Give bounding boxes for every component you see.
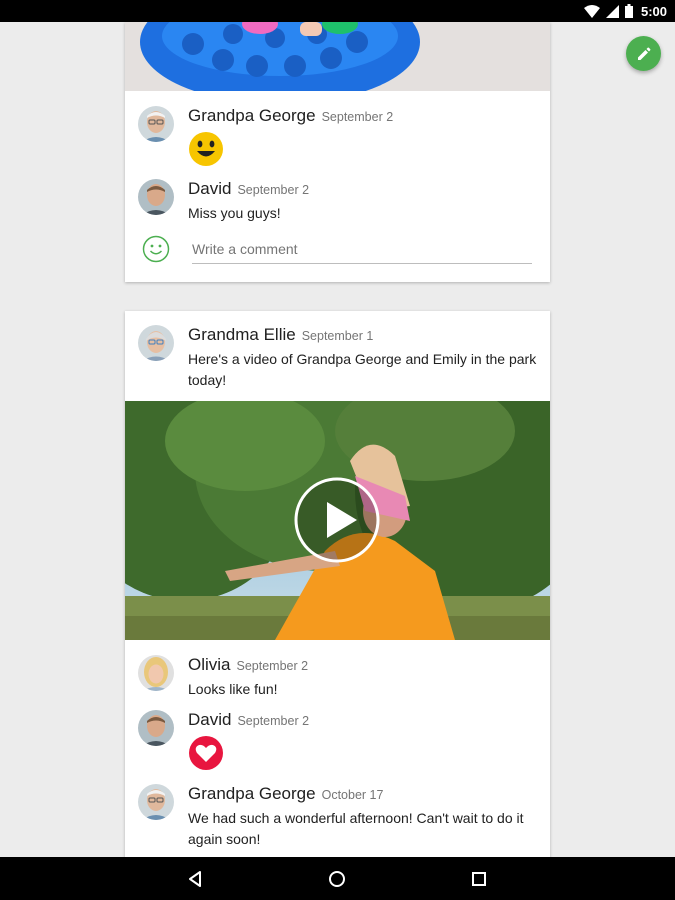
post-photo[interactable] — [125, 22, 550, 91]
comment: Grandpa George October 17 We had such a w… — [125, 784, 550, 850]
comment-text: Looks like fun! — [188, 681, 278, 697]
smiley-emoji-icon — [188, 131, 224, 172]
comment-header: Grandpa George September 2 — [188, 106, 393, 126]
comment-text: Miss you guys! — [188, 205, 281, 221]
heart-emoji-icon — [188, 735, 224, 776]
comment-header: Olivia September 2 — [188, 655, 308, 675]
comment: Grandpa George September 2 — [125, 106, 550, 166]
comment-text: We had such a wonderful afternoon! Can't… — [188, 810, 524, 847]
post-card: Grandpa George September 2 David Septemb… — [125, 22, 550, 282]
comment-date: September 2 — [321, 110, 394, 124]
comment-date: September 2 — [237, 183, 310, 197]
status-bar: 5:00 — [0, 0, 675, 22]
battery-icon — [624, 4, 633, 18]
home-circle-icon[interactable] — [325, 867, 349, 891]
recents-square-icon[interactable] — [467, 867, 491, 891]
avatar[interactable] — [138, 784, 174, 820]
comment-header: Grandpa George October 17 — [188, 784, 383, 804]
navigation-bar — [0, 857, 675, 900]
post-header: Grandma Ellie September 1 Here's a video … — [125, 325, 550, 391]
comment-input[interactable] — [192, 235, 532, 264]
post-card: Grandma Ellie September 1 Here's a video … — [125, 311, 550, 857]
video-player[interactable] — [125, 401, 550, 640]
comment: David September 2 Miss you guys! — [125, 179, 550, 224]
pencil-icon — [636, 46, 652, 62]
avatar[interactable] — [138, 106, 174, 142]
back-triangle-icon[interactable] — [183, 867, 207, 891]
avatar[interactable] — [138, 710, 174, 746]
feed[interactable]: Grandpa George September 2 David Septemb… — [0, 22, 675, 857]
comment-header: David September 2 — [188, 710, 309, 730]
author-name[interactable]: Grandpa George — [188, 784, 316, 803]
avatar[interactable] — [138, 325, 174, 361]
wifi-icon — [583, 4, 600, 18]
post-text: Here's a video of Grandpa George and Emi… — [188, 351, 537, 388]
play-button-icon[interactable] — [294, 477, 380, 563]
comment-date: September 2 — [236, 659, 309, 673]
author-name[interactable]: David — [188, 179, 231, 198]
comment-header: David September 2 — [188, 179, 309, 199]
avatar[interactable] — [138, 179, 174, 215]
author-name[interactable]: Grandpa George — [188, 106, 316, 125]
comment: David September 2 — [125, 710, 550, 772]
smile-outline-icon[interactable] — [142, 235, 170, 263]
cell-signal-icon — [605, 4, 619, 18]
post-author-line: Grandma Ellie September 1 — [188, 325, 373, 345]
comment: Olivia September 2 Looks like fun! — [125, 655, 550, 700]
comment-date: September 2 — [237, 714, 310, 728]
comment-composer — [125, 229, 550, 269]
author-name[interactable]: Olivia — [188, 655, 231, 674]
post-date: September 1 — [301, 329, 374, 343]
avatar[interactable] — [138, 655, 174, 691]
status-time: 5:00 — [640, 3, 667, 19]
author-name[interactable]: David — [188, 710, 231, 729]
comment-date: October 17 — [321, 788, 384, 802]
author-name[interactable]: Grandma Ellie — [188, 325, 296, 344]
compose-fab-button[interactable] — [626, 36, 661, 71]
